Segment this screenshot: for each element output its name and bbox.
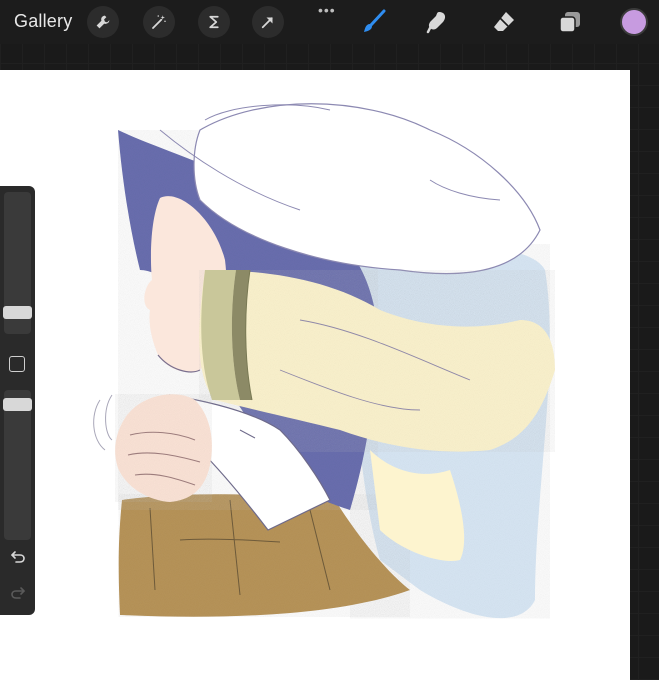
layers-button[interactable] [554, 6, 586, 38]
top-toolbar: Gallery ••• [0, 0, 659, 44]
layers-icon [559, 12, 580, 33]
brush-size-thumb[interactable] [3, 306, 32, 319]
selection-button[interactable] [198, 6, 230, 38]
color-button[interactable] [620, 8, 648, 36]
left-sidebar [0, 186, 35, 615]
gallery-button[interactable]: Gallery [14, 11, 72, 32]
brush-size-slider[interactable] [3, 192, 32, 334]
undo-icon [11, 551, 25, 563]
smudge-icon [426, 12, 446, 34]
redo-button[interactable] [8, 584, 28, 602]
opacity-thumb[interactable] [3, 398, 32, 411]
opacity-slider[interactable] [3, 390, 32, 540]
undo-button[interactable] [8, 548, 28, 566]
brush-button[interactable] [358, 6, 390, 38]
artwork-illustration [93, 103, 555, 619]
magic-wand-icon [152, 15, 166, 29]
eraser-icon [494, 12, 514, 31]
modify-button[interactable] [9, 356, 25, 372]
selection-icon [209, 15, 219, 29]
smudge-button[interactable] [422, 6, 454, 38]
redo-icon [11, 587, 25, 599]
wrench-icon [96, 15, 110, 29]
adjustments-button[interactable] [143, 6, 175, 38]
actions-button[interactable] [87, 6, 119, 38]
transform-arrow-icon [261, 17, 273, 29]
eraser-button[interactable] [488, 6, 520, 38]
transform-button[interactable] [252, 6, 284, 38]
more-dots[interactable]: ••• [318, 2, 336, 18]
drawing-canvas[interactable] [0, 70, 630, 680]
brush-icon [364, 9, 386, 32]
